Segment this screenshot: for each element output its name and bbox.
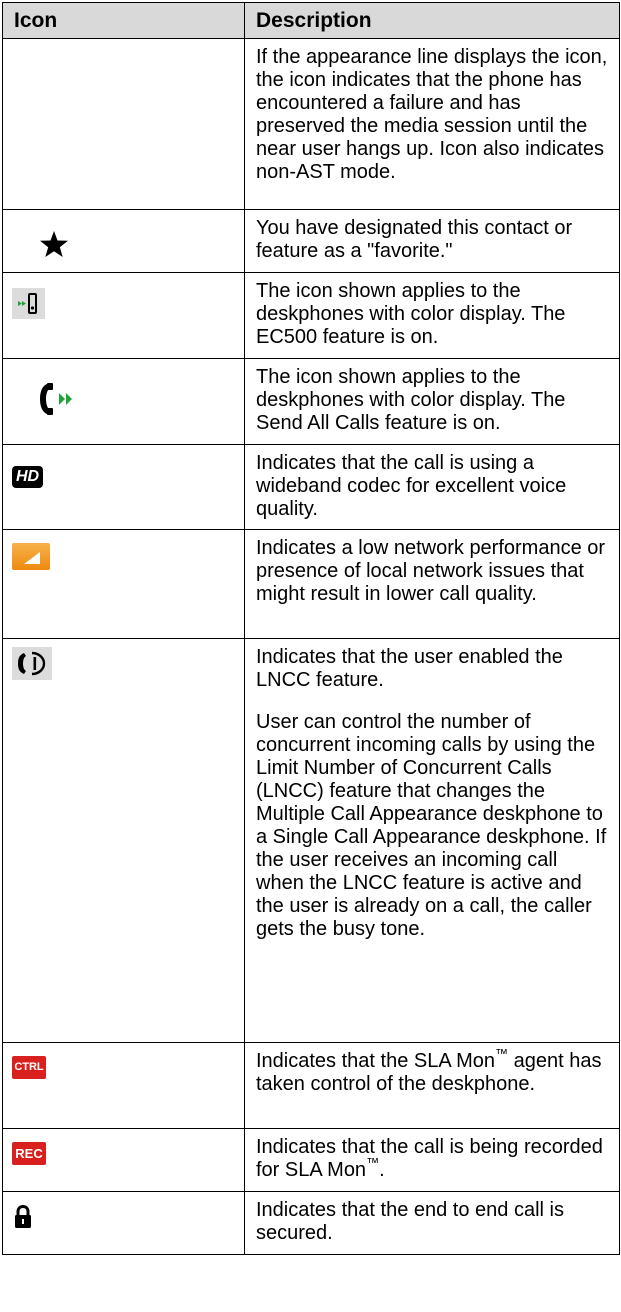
icon-description-table: Icon Description If the appearance line …	[2, 2, 620, 1255]
table-row: The icon shown applies to the deskphones…	[2, 272, 620, 359]
table-row: CTRL Indicates that the SLA Mon™ agent h…	[2, 1042, 620, 1129]
description-text: Indicates a low network performance or p…	[256, 537, 606, 605]
description-text: The icon shown applies to the deskphones…	[256, 280, 566, 348]
description-text: You have designated this contact or feat…	[256, 217, 573, 262]
icon-cell	[2, 272, 245, 359]
description-text: The icon shown applies to the deskphones…	[256, 366, 566, 434]
description-cell: The icon shown applies to the deskphones…	[244, 272, 620, 359]
preserved-media-session-icon	[3, 39, 245, 209]
icon-cell: HD	[2, 444, 245, 530]
icon-cell	[2, 529, 245, 639]
description-cell: Indicates that the end to end call is se…	[244, 1191, 620, 1255]
ctrl-icon: CTRL	[12, 1056, 46, 1079]
rec-icon: REC	[12, 1142, 46, 1165]
table-row: Indicates a low network performance or p…	[2, 529, 620, 639]
table-row: You have designated this contact or feat…	[2, 209, 620, 273]
icon-cell	[2, 358, 245, 445]
description-cell: The icon shown applies to the deskphones…	[244, 358, 620, 445]
hd-icon-text: HD	[15, 468, 40, 485]
header-description: Description	[244, 2, 620, 39]
description-text: Indicates that the user enabled the LNCC…	[256, 646, 563, 691]
send-all-calls-icon	[40, 383, 72, 415]
icon-cell	[2, 209, 245, 273]
low-network-icon	[12, 543, 50, 570]
description-cell: Indicates that the call is using a wideb…	[244, 444, 620, 530]
description-text: If the appearance line displays the icon…	[256, 46, 608, 183]
table-row: Indicates that the end to end call is se…	[2, 1191, 620, 1255]
icon-cell: REC	[2, 1128, 245, 1192]
description-cell: Indicates a low network performance or p…	[244, 529, 620, 639]
description-cell: Indicates that the user enabled the LNCC…	[244, 638, 620, 1043]
table-header-row: Icon Description	[2, 2, 620, 39]
ec500-icon	[12, 288, 45, 319]
description-text: Indicates that the SLA Mon™ agent has ta…	[256, 1046, 602, 1095]
header-icon: Icon	[2, 2, 245, 39]
icon-cell	[2, 638, 245, 1043]
description-text: Indicates that the call is being recorde…	[256, 1136, 603, 1181]
lock-icon	[15, 1205, 31, 1228]
description-cell: You have designated this contact or feat…	[244, 209, 620, 273]
table-row: Indicates that the user enabled the LNCC…	[2, 638, 620, 1043]
icon-cell: CTRL	[2, 1042, 245, 1129]
lncc-icon	[12, 647, 52, 680]
table-row: The icon shown applies to the deskphones…	[2, 358, 620, 445]
rec-icon-text: REC	[15, 1146, 43, 1161]
description-cell: If the appearance line displays the icon…	[244, 38, 620, 210]
table-row: REC Indicates that the call is being rec…	[2, 1128, 620, 1192]
icon-cell	[2, 1191, 245, 1255]
star-icon	[40, 231, 68, 257]
description-cell: Indicates that the call is being recorde…	[244, 1128, 620, 1192]
description-text: Indicates that the call is using a wideb…	[256, 452, 567, 520]
hd-icon: HD	[12, 466, 43, 488]
table-row: If the appearance line displays the icon…	[2, 38, 620, 210]
description-text: User can control the number of concurren…	[256, 711, 607, 940]
description-text: Indicates that the end to end call is se…	[256, 1199, 564, 1244]
ctrl-icon-text: CTRL	[14, 1061, 44, 1073]
icon-cell	[2, 38, 245, 210]
description-cell: Indicates that the SLA Mon™ agent has ta…	[244, 1042, 620, 1129]
table-row: HD Indicates that the call is using a wi…	[2, 444, 620, 530]
